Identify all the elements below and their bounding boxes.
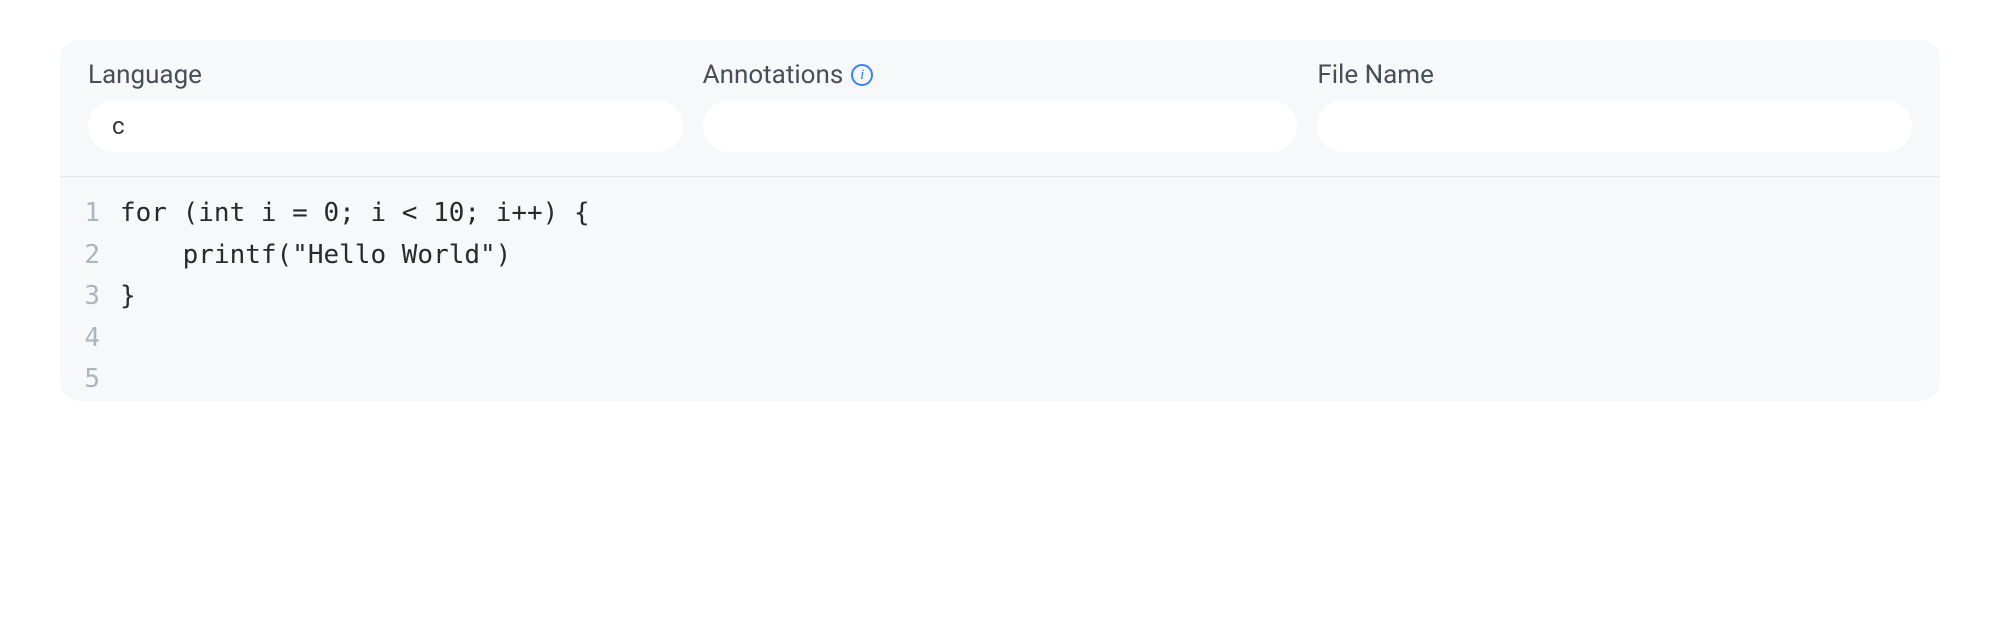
line-number: 3 [60, 276, 120, 318]
filename-field-group: File Name [1317, 60, 1912, 152]
language-field-group: Language [88, 60, 683, 152]
line-number: 5 [60, 359, 120, 401]
code-line: 2 printf("Hello World") [60, 235, 1940, 277]
filename-label: File Name [1317, 60, 1912, 90]
code-line: 4 [60, 318, 1940, 360]
line-number: 1 [60, 193, 120, 235]
code-block-container: Language Annotations i File Name 1 for (… [60, 40, 1940, 401]
annotations-field-group: Annotations i [703, 60, 1298, 152]
filename-label-text: File Name [1317, 60, 1434, 90]
code-line: 3 } [60, 276, 1940, 318]
filename-input[interactable] [1317, 100, 1912, 152]
code-editor[interactable]: 1 for (int i = 0; i < 10; i++) { 2 print… [60, 177, 1940, 401]
code-line: 1 for (int i = 0; i < 10; i++) { [60, 193, 1940, 235]
language-input[interactable] [88, 100, 683, 152]
code-line: 5 [60, 359, 1940, 401]
header-row: Language Annotations i File Name [60, 40, 1940, 177]
line-number: 2 [60, 235, 120, 277]
line-number: 4 [60, 318, 120, 360]
info-icon[interactable]: i [851, 64, 873, 86]
language-label: Language [88, 60, 683, 90]
annotations-input[interactable] [703, 100, 1298, 152]
line-content: printf("Hello World") [120, 235, 511, 277]
annotations-label-text: Annotations [703, 60, 844, 90]
annotations-label: Annotations i [703, 60, 1298, 90]
language-label-text: Language [88, 60, 202, 90]
line-content: for (int i = 0; i < 10; i++) { [120, 193, 590, 235]
line-content: } [120, 276, 136, 318]
